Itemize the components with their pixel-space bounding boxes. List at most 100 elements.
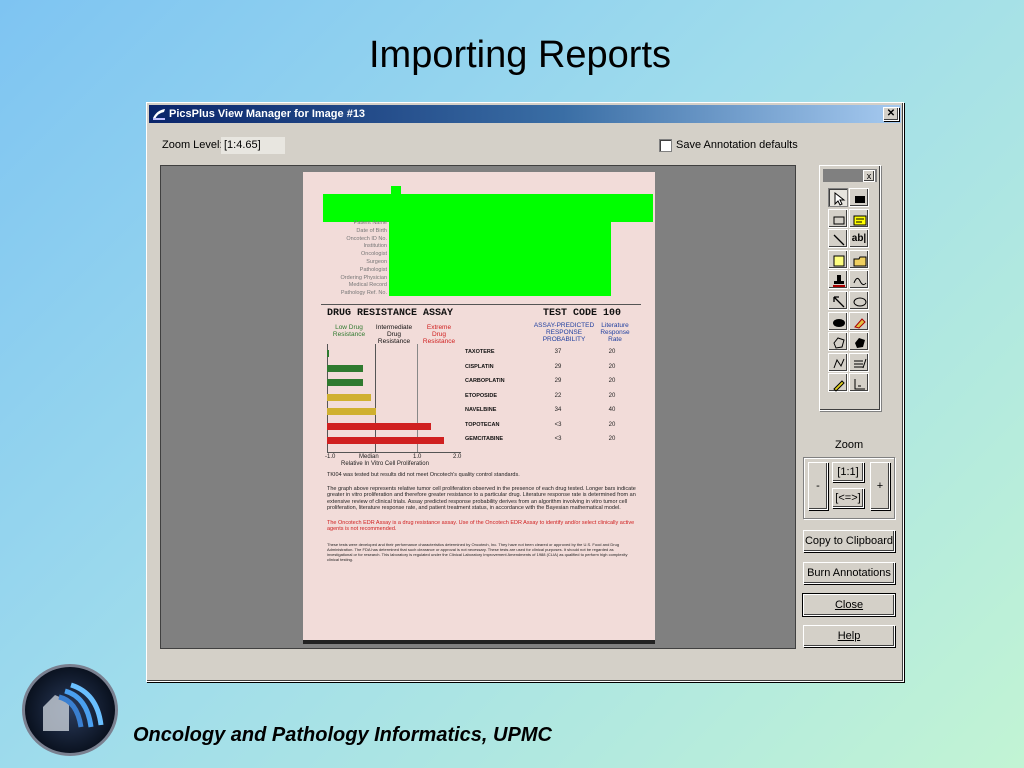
patient-field-labels: Patient Name Date of Birth Oncotech ID N…	[340, 220, 387, 297]
window-title: PicsPlus View Manager for Image #13	[169, 108, 366, 120]
highlighter-tool-icon[interactable]	[828, 373, 848, 393]
filled-ellipse-tool-icon[interactable]	[828, 311, 848, 331]
drug-name: CARBOPLATIN	[465, 378, 505, 384]
open-folder-tool-icon[interactable]	[849, 249, 869, 269]
copy-to-clipboard-button[interactable]: Copy to Clipboard	[803, 530, 895, 552]
drug-bar	[327, 393, 372, 401]
highlight-note-tool-icon[interactable]	[849, 208, 869, 228]
drug-probability: <3	[554, 421, 562, 428]
rect-tool-icon[interactable]	[828, 208, 848, 228]
toolbox-titlebar[interactable]: x	[823, 169, 877, 182]
pointer-tool-icon[interactable]	[828, 188, 848, 207]
drug-name: CISPLATIN	[465, 363, 494, 370]
annotation-toolbox: x ab|	[819, 165, 881, 411]
axis-tick: -1.0	[325, 454, 336, 460]
drug-bar	[327, 379, 364, 386]
toolbox-close-icon[interactable]: x	[863, 170, 875, 182]
redaction-box	[389, 220, 611, 296]
ellipse-tool-icon[interactable]	[849, 291, 869, 310]
drug-probability: 29	[554, 363, 562, 370]
freehand-tool-icon[interactable]	[849, 270, 869, 290]
test-code: TEST CODE 100	[543, 308, 622, 319]
report-page-image: Patient Name Date of Birth Oncotech ID N…	[303, 172, 655, 644]
app-icon	[152, 107, 166, 121]
polyline-tool-icon[interactable]	[828, 352, 848, 372]
drug-probability: 22	[554, 392, 562, 399]
drug-literature-rate: 20	[608, 363, 616, 370]
drug-literature-rate: 20	[608, 378, 616, 384]
close-button[interactable]: Close	[803, 594, 895, 616]
sticky-note-tool-icon[interactable]	[828, 249, 848, 269]
image-view-area[interactable]: Patient Name Date of Birth Oncotech ID N…	[160, 165, 796, 649]
zoom-level-value: [1:4.65]	[221, 137, 285, 154]
zoom-out-button[interactable]: -	[808, 462, 828, 510]
drug-bar	[327, 350, 329, 357]
axis-tick: Median	[359, 454, 379, 460]
col-extreme: Extreme Drug Resistance	[422, 324, 456, 345]
filled-polygon-tool-icon[interactable]	[849, 332, 869, 352]
text-tool-icon[interactable]: ab|	[849, 229, 869, 249]
chart-line-mid	[417, 344, 418, 452]
explanation-paragraph: The graph above represents relative tumo…	[327, 486, 636, 512]
close-icon[interactable]: ✕	[883, 107, 899, 121]
slide-title: Importing Reports	[368, 34, 671, 76]
disclaimer-paragraph: The Oncotech EDR Assay is a drug resista…	[327, 520, 635, 533]
zoom-fit-button[interactable]: [<=>]	[832, 488, 864, 508]
drug-name: TAXOTERE	[465, 349, 495, 355]
measure-tool-icon[interactable]	[849, 373, 869, 393]
drug-probability: 34	[554, 407, 562, 413]
drug-bar	[327, 408, 377, 415]
window-titlebar[interactable]: PicsPlus View Manager for Image #13 ✕	[149, 105, 901, 123]
axis-label: Relative In Vitro Cell Proliferation	[341, 461, 429, 467]
help-button[interactable]: Help	[803, 625, 895, 647]
drug-name: ETOPOSIDE	[465, 392, 497, 399]
zoom-group-label: Zoom	[835, 439, 864, 451]
drug-literature-rate: 20	[608, 421, 616, 428]
drug-literature-rate: 20	[608, 436, 616, 442]
regulatory-paragraph: These tests were developed and their per…	[327, 542, 628, 562]
assay-title: DRUG RESISTANCE ASSAY	[327, 308, 454, 319]
filled-rect-tool-icon[interactable]	[849, 188, 869, 207]
col-assay-probability: ASSAY-PREDICTED RESPONSE PROBABILITY	[533, 322, 595, 343]
drug-literature-rate: 20	[608, 392, 616, 399]
save-annotation-defaults-label[interactable]: Save Annotation defaults	[676, 139, 798, 151]
page-bottom-edge	[303, 640, 655, 644]
chart-median-line	[375, 344, 376, 452]
drug-bar	[327, 437, 444, 444]
col-literature: Literature Response Rate	[600, 322, 630, 343]
drug-name: NAVELBINE	[465, 407, 497, 413]
eraser-tool-icon[interactable]	[849, 311, 869, 331]
redaction-box	[323, 194, 653, 222]
edit-text-tool-icon[interactable]	[849, 352, 869, 372]
line-tool-icon[interactable]	[828, 229, 848, 249]
burn-annotations-button[interactable]: Burn Annotations	[803, 562, 895, 584]
stamp-tool-icon[interactable]	[828, 270, 848, 290]
drug-bar	[327, 364, 364, 372]
col-low: Low Drug Resistance	[332, 324, 366, 338]
axis-tick: 1.0	[413, 454, 422, 460]
drug-name: GEMCITABINE	[465, 436, 504, 442]
drug-probability: 29	[554, 378, 562, 384]
drug-name: TOPOTECAN	[465, 421, 500, 428]
quality-note: TKI04 was tested but results did not mee…	[327, 472, 520, 478]
zoom-in-button[interactable]: +	[870, 462, 890, 510]
zoom-1-1-button[interactable]: [1:1]	[832, 462, 864, 482]
view-manager-window: PicsPlus View Manager for Image #13 ✕ Zo…	[146, 102, 904, 682]
arrow-tool-icon[interactable]	[828, 291, 848, 310]
upmc-logo	[22, 664, 118, 756]
polygon-tool-icon[interactable]	[828, 332, 848, 352]
zoom-controls: - [1:1] [<=>] +	[803, 457, 895, 519]
drug-probability: 37	[554, 349, 562, 355]
drug-literature-rate: 40	[608, 407, 616, 413]
redaction-box	[391, 186, 401, 196]
footer-text: Oncology and Pathology Informatics, UPMC	[133, 724, 552, 746]
divider	[321, 304, 641, 305]
chart-axis-bottom	[327, 452, 461, 453]
save-annotation-defaults-checkbox[interactable]	[659, 139, 672, 152]
drug-literature-rate: 20	[608, 349, 616, 355]
drug-bar	[327, 422, 431, 430]
zoom-level-label: Zoom Level:	[162, 139, 223, 151]
drug-probability: <3	[554, 436, 562, 442]
col-intermediate: Intermediate Drug Resistance	[375, 324, 413, 345]
axis-tick: 2.0	[453, 454, 462, 460]
